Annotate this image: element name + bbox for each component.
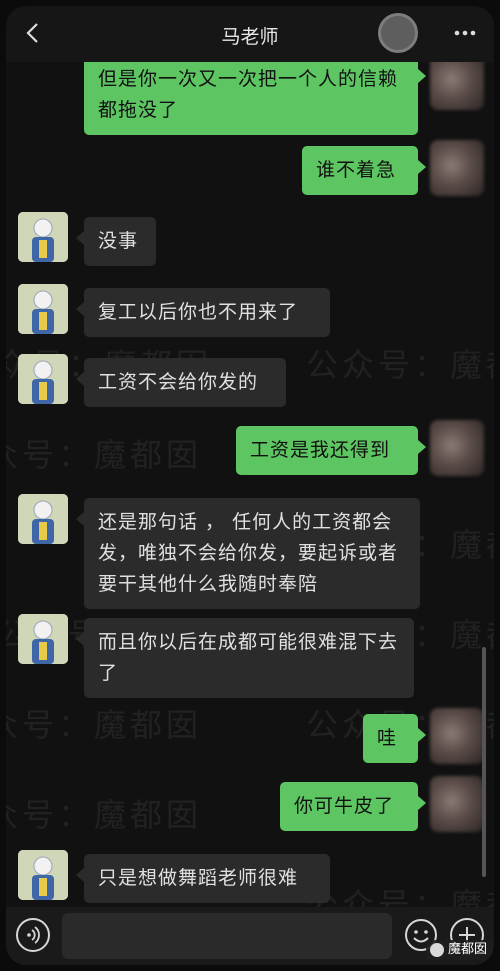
- person-avatar-icon: [18, 354, 68, 404]
- message-bubble-incoming[interactable]: 只是想做舞蹈老师很难: [76, 854, 330, 903]
- message-input[interactable]: [62, 913, 392, 959]
- person-avatar-icon: [18, 850, 68, 900]
- person-avatar-icon: [18, 212, 68, 262]
- message-bubble-outgoing[interactable]: 谁不着急: [302, 146, 426, 195]
- watermark: 公众号：魔都囡: [306, 346, 494, 384]
- input-bar: 魔都囡: [6, 907, 494, 965]
- my-avatar[interactable]: [430, 62, 484, 110]
- watermark: 众号：魔都囡: [6, 436, 203, 474]
- message-bubble-incoming[interactable]: 没事: [76, 217, 156, 266]
- voice-button[interactable]: [16, 918, 50, 952]
- contact-avatar[interactable]: [18, 284, 68, 334]
- chat-area[interactable]: 众号：魔都囡 公众号：魔都囡 众号：魔都囡 公众号：魔都囡 公众号：魔都囡 公众…: [6, 62, 494, 907]
- chat-scrollbar[interactable]: [482, 647, 486, 877]
- person-avatar-icon: [18, 614, 68, 664]
- my-avatar[interactable]: [430, 140, 484, 196]
- chat-title: 马老师: [221, 26, 279, 48]
- contact-avatar[interactable]: [18, 494, 68, 544]
- watermark: 众号：魔都囡: [6, 706, 203, 744]
- contact-avatar[interactable]: [18, 212, 68, 262]
- message-bubble-incoming[interactable]: 复工以后你也不用来了: [76, 288, 330, 337]
- badge-label: 魔都囡: [448, 942, 488, 957]
- message-bubble-incoming[interactable]: 还是那句话 ， 任何人的工资都会发，唯独不会给你发，要起诉或者要干其他什么我随时…: [76, 498, 420, 609]
- watermark: 众号：魔都囡: [6, 796, 203, 834]
- person-avatar-icon: [18, 284, 68, 334]
- message-bubble-outgoing[interactable]: 你可牛皮了: [280, 782, 426, 831]
- voice-icon: [27, 926, 40, 944]
- wechat-logo-icon: [430, 943, 444, 957]
- message-bubble-incoming[interactable]: 工资不会给你发的: [76, 358, 286, 407]
- chat-header: 马老师: [6, 6, 494, 62]
- floating-camera-dot: [378, 13, 418, 53]
- more-button[interactable]: [450, 20, 480, 46]
- phone-frame: 马老师 众号：魔都囡 公众号：魔都囡 众号：魔都囡 公众号：魔都囡 公众号：魔都…: [6, 6, 494, 965]
- message-bubble-outgoing[interactable]: 哇: [363, 714, 426, 763]
- more-dots-icon: [454, 30, 476, 36]
- message-bubble-incoming[interactable]: 而且你以后在成都可能很难混下去了: [76, 618, 414, 698]
- message-bubble-outgoing[interactable]: 工资是我还得到: [236, 426, 426, 475]
- my-avatar[interactable]: [430, 420, 484, 476]
- contact-avatar[interactable]: [18, 850, 68, 900]
- person-avatar-icon: [18, 494, 68, 544]
- watermark: 公众号：魔都囡: [306, 886, 494, 907]
- contact-avatar[interactable]: [18, 614, 68, 664]
- my-avatar[interactable]: [430, 776, 484, 832]
- my-avatar[interactable]: [430, 708, 484, 764]
- account-badge: 魔都囡: [426, 940, 494, 960]
- contact-avatar[interactable]: [18, 354, 68, 404]
- message-bubble-outgoing[interactable]: 但是你一次又一次把一个人的信赖都拖没了: [84, 62, 426, 135]
